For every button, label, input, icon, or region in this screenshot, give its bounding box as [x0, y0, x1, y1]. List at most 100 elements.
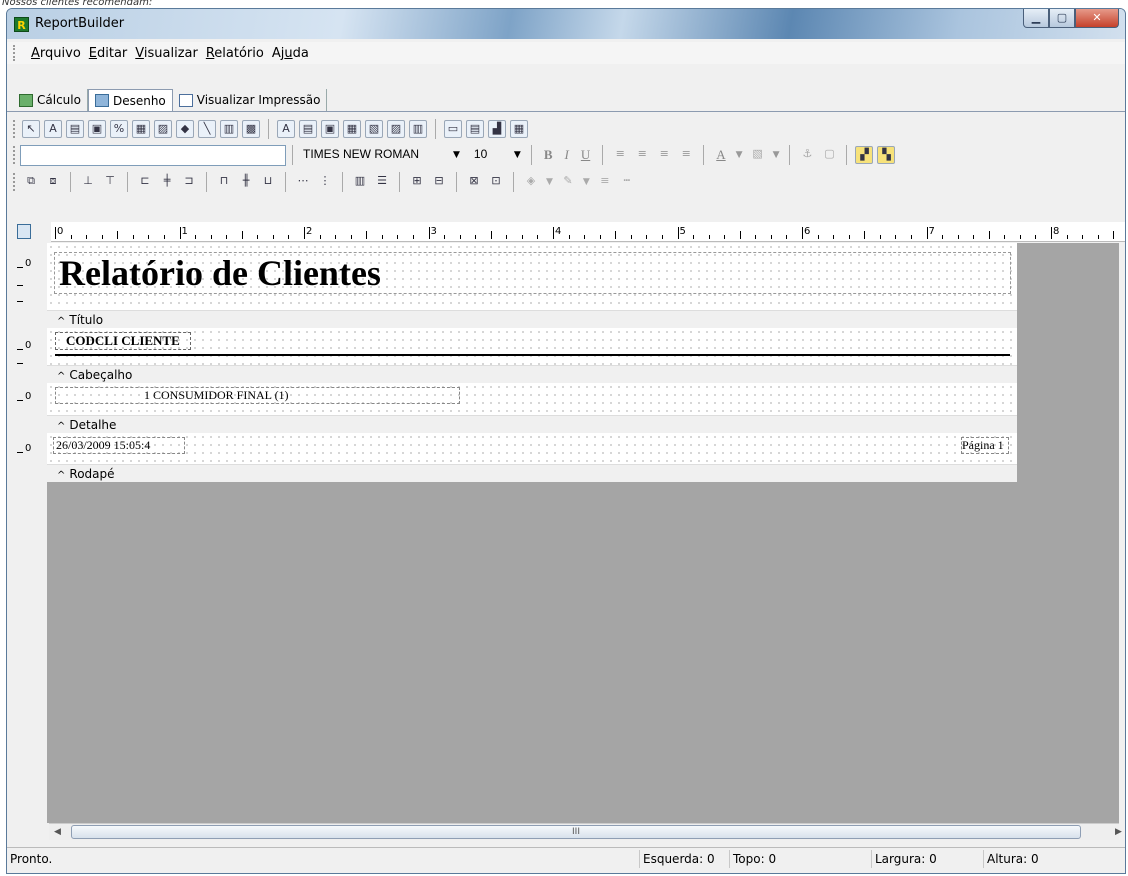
- fill-color-icon[interactable]: ◈: [522, 173, 540, 191]
- line-style-icon[interactable]: ┅: [618, 173, 636, 191]
- menu-editar[interactable]: Editar: [89, 46, 128, 61]
- band-label-rodape[interactable]: ^ Rodapé: [47, 464, 1017, 482]
- horizontal-scrollbar[interactable]: ◀ III ▶: [49, 823, 1122, 840]
- close-button[interactable]: ✕: [1075, 9, 1119, 28]
- align-lefts-icon[interactable]: ⊏: [136, 173, 154, 191]
- header-band[interactable]: CODCLI CLIENTE: [47, 328, 1017, 365]
- detail-band[interactable]: 1 CONSUMIDOR FINAL (1): [47, 383, 1017, 415]
- title-band[interactable]: Relatório de Clientes: [47, 243, 1017, 310]
- space-vertically-icon[interactable]: ⋮: [316, 173, 334, 191]
- minimize-button[interactable]: ▁: [1023, 9, 1049, 28]
- align-tops-icon[interactable]: ⊓: [215, 173, 233, 191]
- menu-ajuda[interactable]: Ajuda: [272, 46, 309, 61]
- dbmemo-tool-icon[interactable]: ▣: [321, 120, 339, 138]
- font-size-dropdown-icon[interactable]: ▼: [514, 150, 521, 160]
- center-vertical-icon[interactable]: ⊟: [430, 173, 448, 191]
- crosstab-tool-icon[interactable]: ▦: [510, 120, 528, 138]
- bold-button[interactable]: B: [544, 147, 553, 163]
- font-color-dropdown-icon[interactable]: ▼: [736, 150, 743, 160]
- line-color-icon[interactable]: ✎: [559, 173, 577, 191]
- font-name-select[interactable]: TIMES NEW ROMAN: [299, 145, 449, 166]
- component-name-field[interactable]: [20, 144, 286, 166]
- highlight-color-icon[interactable]: ▧: [749, 146, 767, 164]
- memo-tool-icon[interactable]: ▤: [66, 120, 84, 138]
- italic-button[interactable]: I: [565, 147, 569, 163]
- font-color-button[interactable]: A: [716, 147, 725, 163]
- menu-visualizar[interactable]: Visualizar: [135, 46, 198, 61]
- tab-desenho[interactable]: Desenho: [87, 89, 173, 111]
- same-height-icon[interactable]: ☰: [373, 173, 391, 191]
- variable-tool-icon[interactable]: ▦: [132, 120, 150, 138]
- dbbarcode-tool-icon[interactable]: ▥: [409, 120, 427, 138]
- center-horizontal-icon[interactable]: ⊞: [408, 173, 426, 191]
- shape-tool-icon[interactable]: ◆: [176, 120, 194, 138]
- space-horizontally-icon[interactable]: ⋯: [294, 173, 312, 191]
- align-left-icon[interactable]: ≡: [611, 146, 629, 164]
- highlight-dropdown-icon[interactable]: ▼: [773, 150, 780, 160]
- justify-icon[interactable]: ≡: [677, 146, 695, 164]
- toolbar-grip-icon[interactable]: [13, 173, 16, 191]
- chart-tool-icon[interactable]: ▟: [488, 120, 506, 138]
- toolbar-grip-icon[interactable]: [13, 120, 16, 138]
- fit-height-icon[interactable]: ⊡: [487, 173, 505, 191]
- align-bottoms-icon[interactable]: ⊔: [259, 173, 277, 191]
- scroll-right-icon[interactable]: ▶: [1110, 824, 1125, 840]
- scroll-left-icon[interactable]: ◀: [49, 824, 66, 840]
- footer-page-field[interactable]: Página 1: [961, 437, 1009, 454]
- subreport-tool-icon[interactable]: ▤: [466, 120, 484, 138]
- align-centers-icon[interactable]: ╪: [158, 173, 176, 191]
- dblabel-tool-icon[interactable]: A: [277, 120, 295, 138]
- dbcalc-tool-icon[interactable]: ▧: [365, 120, 383, 138]
- image-tool-icon[interactable]: ▨: [154, 120, 172, 138]
- richtext-tool-icon[interactable]: ▣: [88, 120, 106, 138]
- maximize-button[interactable]: ▢: [1049, 9, 1075, 28]
- nudge-up-icon[interactable]: ⊥: [79, 173, 97, 191]
- title-bar[interactable]: R ReportBuilder ▁ ▢ ✕: [7, 9, 1125, 39]
- tab-calculo[interactable]: Cálculo: [13, 89, 88, 111]
- band-label-titulo[interactable]: ^ Título: [47, 310, 1017, 328]
- toolbar-grip-icon[interactable]: [13, 146, 16, 164]
- region-tool-icon[interactable]: ▭: [444, 120, 462, 138]
- system-var-tool-icon[interactable]: %: [110, 120, 128, 138]
- dbtext-tool-icon[interactable]: ▤: [299, 120, 317, 138]
- line-tool-icon[interactable]: ╲: [198, 120, 216, 138]
- align-middles-icon[interactable]: ╫: [237, 173, 255, 191]
- menu-arquivo[interactable]: Arquivo: [31, 46, 81, 61]
- bring-forward-icon[interactable]: ⧉: [22, 173, 40, 191]
- align-center-icon[interactable]: ≡: [633, 146, 651, 164]
- band-label-cabecalho[interactable]: ^ Cabeçalho: [47, 365, 1017, 383]
- same-width-icon[interactable]: ▥: [351, 173, 369, 191]
- barcode-tool-icon[interactable]: ▥: [220, 120, 238, 138]
- label-tool-icon[interactable]: A: [44, 120, 62, 138]
- detail-field[interactable]: 1 CONSUMIDOR FINAL (1): [55, 387, 460, 404]
- dbrichtext-tool-icon[interactable]: ▦: [343, 120, 361, 138]
- 2d-barcode-tool-icon[interactable]: ▩: [242, 120, 260, 138]
- band-options-icon[interactable]: [17, 224, 31, 239]
- fit-width-icon[interactable]: ⊠: [465, 173, 483, 191]
- header-line[interactable]: [55, 354, 1010, 356]
- line-color-dropdown-icon[interactable]: ▼: [583, 177, 590, 187]
- bring-to-front-icon[interactable]: ▞: [855, 146, 874, 164]
- line-thickness-icon[interactable]: ≡: [596, 173, 614, 191]
- fill-dropdown-icon[interactable]: ▼: [546, 177, 553, 187]
- font-name-dropdown-icon[interactable]: ▼: [453, 150, 460, 160]
- align-rights-icon[interactable]: ⊐: [180, 173, 198, 191]
- scroll-thumb[interactable]: III: [71, 825, 1081, 839]
- align-right-icon[interactable]: ≡: [655, 146, 673, 164]
- menu-relatorio[interactable]: Relatório: [206, 46, 264, 61]
- send-backward-icon[interactable]: ⧈: [44, 173, 62, 191]
- dbimage-tool-icon[interactable]: ▨: [387, 120, 405, 138]
- footer-band[interactable]: 26/03/2009 15:05:4 Página 1: [47, 433, 1017, 464]
- nudge-down-icon[interactable]: ⊤: [101, 173, 119, 191]
- design-canvas[interactable]: 0 0 0 0 Relatório de Clientes ^ Título CO…: [7, 243, 1122, 840]
- font-size-select[interactable]: 10: [470, 145, 510, 166]
- underline-button[interactable]: U: [581, 147, 590, 163]
- border-icon[interactable]: ▢: [820, 146, 838, 164]
- anchor-icon[interactable]: ⚓: [798, 146, 816, 164]
- select-arrow-icon[interactable]: ↖: [22, 120, 40, 138]
- header-fields-label[interactable]: CODCLI CLIENTE: [55, 332, 191, 350]
- report-title-label[interactable]: Relatório de Clientes: [54, 252, 1011, 294]
- send-to-back-icon[interactable]: ▚: [877, 146, 896, 164]
- menu-grip-icon[interactable]: [13, 45, 17, 61]
- band-label-detalhe[interactable]: ^ Detalhe: [47, 415, 1017, 433]
